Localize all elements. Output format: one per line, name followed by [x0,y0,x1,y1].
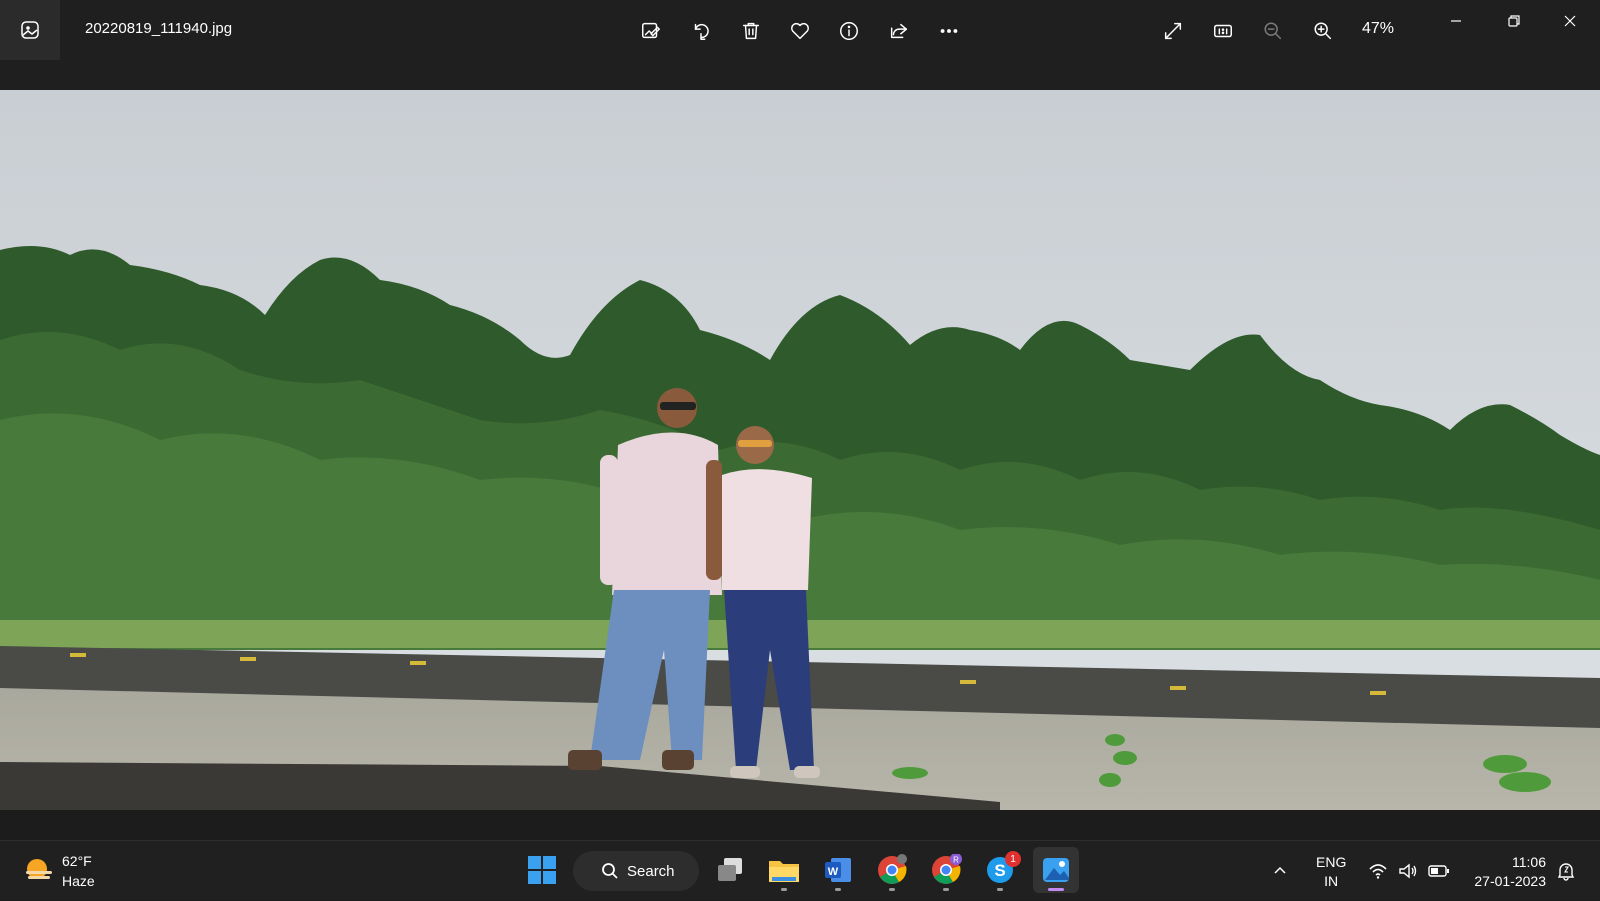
close-icon [1564,15,1576,27]
clock-date: 27-01-2023 [1474,873,1546,889]
speaker-icon [1399,863,1417,879]
close-button[interactable] [1550,8,1590,34]
search-label: Search [627,862,675,880]
actual-size-icon [1214,24,1232,38]
skype-button[interactable]: S 1 [977,847,1023,893]
file-name: 20220819_111940.jpg [85,20,233,37]
svg-text:S: S [994,861,1005,880]
zoom-in-icon [1314,22,1332,40]
profile-letter: R [953,856,959,865]
rotate-icon [694,23,709,40]
more-icon [940,29,958,33]
input-language[interactable]: ENG IN [1316,853,1346,891]
edit-image-button[interactable] [636,16,666,46]
share-button[interactable] [884,16,914,46]
network-button[interactable] [1368,841,1388,901]
photos-icon [1043,858,1069,882]
full-screen-button[interactable] [1158,16,1188,46]
running-indicator [781,888,787,891]
region-code: IN [1324,873,1339,889]
clock[interactable]: 11:06 27-01-2023 [1468,853,1546,891]
language-code: ENG [1316,854,1347,870]
volume-button[interactable] [1398,841,1418,901]
info-icon [840,22,858,40]
file-explorer-button[interactable] [761,847,807,893]
minimize-button[interactable] [1436,8,1476,34]
photo-image [0,90,1600,810]
zoom-out-icon [1264,22,1282,40]
zoom-level[interactable]: 47% [1362,20,1394,38]
chrome-icon [878,854,907,884]
task-view-button[interactable] [707,847,753,893]
wifi-icon [1369,864,1387,879]
heart-icon [791,22,809,40]
edit-image-icon [642,22,660,39]
battery-icon [1428,865,1449,877]
restore-icon [1508,15,1520,27]
weather-condition: Haze [62,873,95,889]
photos-taskbar-button[interactable] [1033,847,1079,893]
file-info-button[interactable] [834,16,864,46]
word-icon: W [825,858,851,882]
haze-sun-icon [26,859,52,879]
chevron-up-icon [1274,866,1286,874]
folder-icon [769,861,799,882]
word-button[interactable]: W [815,847,861,893]
start-button[interactable] [519,847,565,893]
chrome-profile-button[interactable]: R [923,847,969,893]
search-icon [602,863,618,879]
show-hidden-icons-button[interactable] [1272,841,1288,901]
photo-canvas[interactable] [0,90,1600,810]
task-view-icon [718,858,742,881]
notifications-button[interactable] [1556,841,1576,901]
trash-icon [742,22,760,40]
delete-button[interactable] [736,16,766,46]
battery-button[interactable] [1428,841,1450,901]
notification-badge: 1 [1005,851,1021,867]
zoom-out-button[interactable] [1258,16,1288,46]
zoom-in-button[interactable] [1308,16,1338,46]
notification-bell-icon [1557,863,1575,881]
windows-logo-icon [528,856,556,884]
running-indicator [997,888,1003,891]
title-bar: 20220819_111940.jpg 47% [0,0,1600,90]
chrome-button[interactable] [869,847,915,893]
taskbar: 62°F Haze Search W R S 1 ENG IN 11:06 27… [0,840,1600,900]
chrome-icon: R [932,854,962,884]
taskbar-search[interactable]: Search [573,851,699,891]
svg-text:W: W [828,866,839,878]
minimize-icon [1451,20,1461,22]
weather-widget[interactable]: 62°F Haze [22,851,95,891]
actual-size-button[interactable] [1208,16,1238,46]
expand-icon [1164,22,1182,40]
running-indicator [943,888,949,891]
favorite-button[interactable] [785,16,815,46]
running-indicator [835,888,841,891]
running-indicator [889,888,895,891]
weather-temp: 62°F [62,853,92,869]
share-icon [890,23,908,39]
photos-app-icon[interactable] [0,0,60,60]
restore-button[interactable] [1494,8,1534,34]
rotate-button[interactable] [686,16,716,46]
clock-time: 11:06 [1512,854,1546,870]
active-indicator [1048,888,1064,891]
more-button[interactable] [934,16,964,46]
